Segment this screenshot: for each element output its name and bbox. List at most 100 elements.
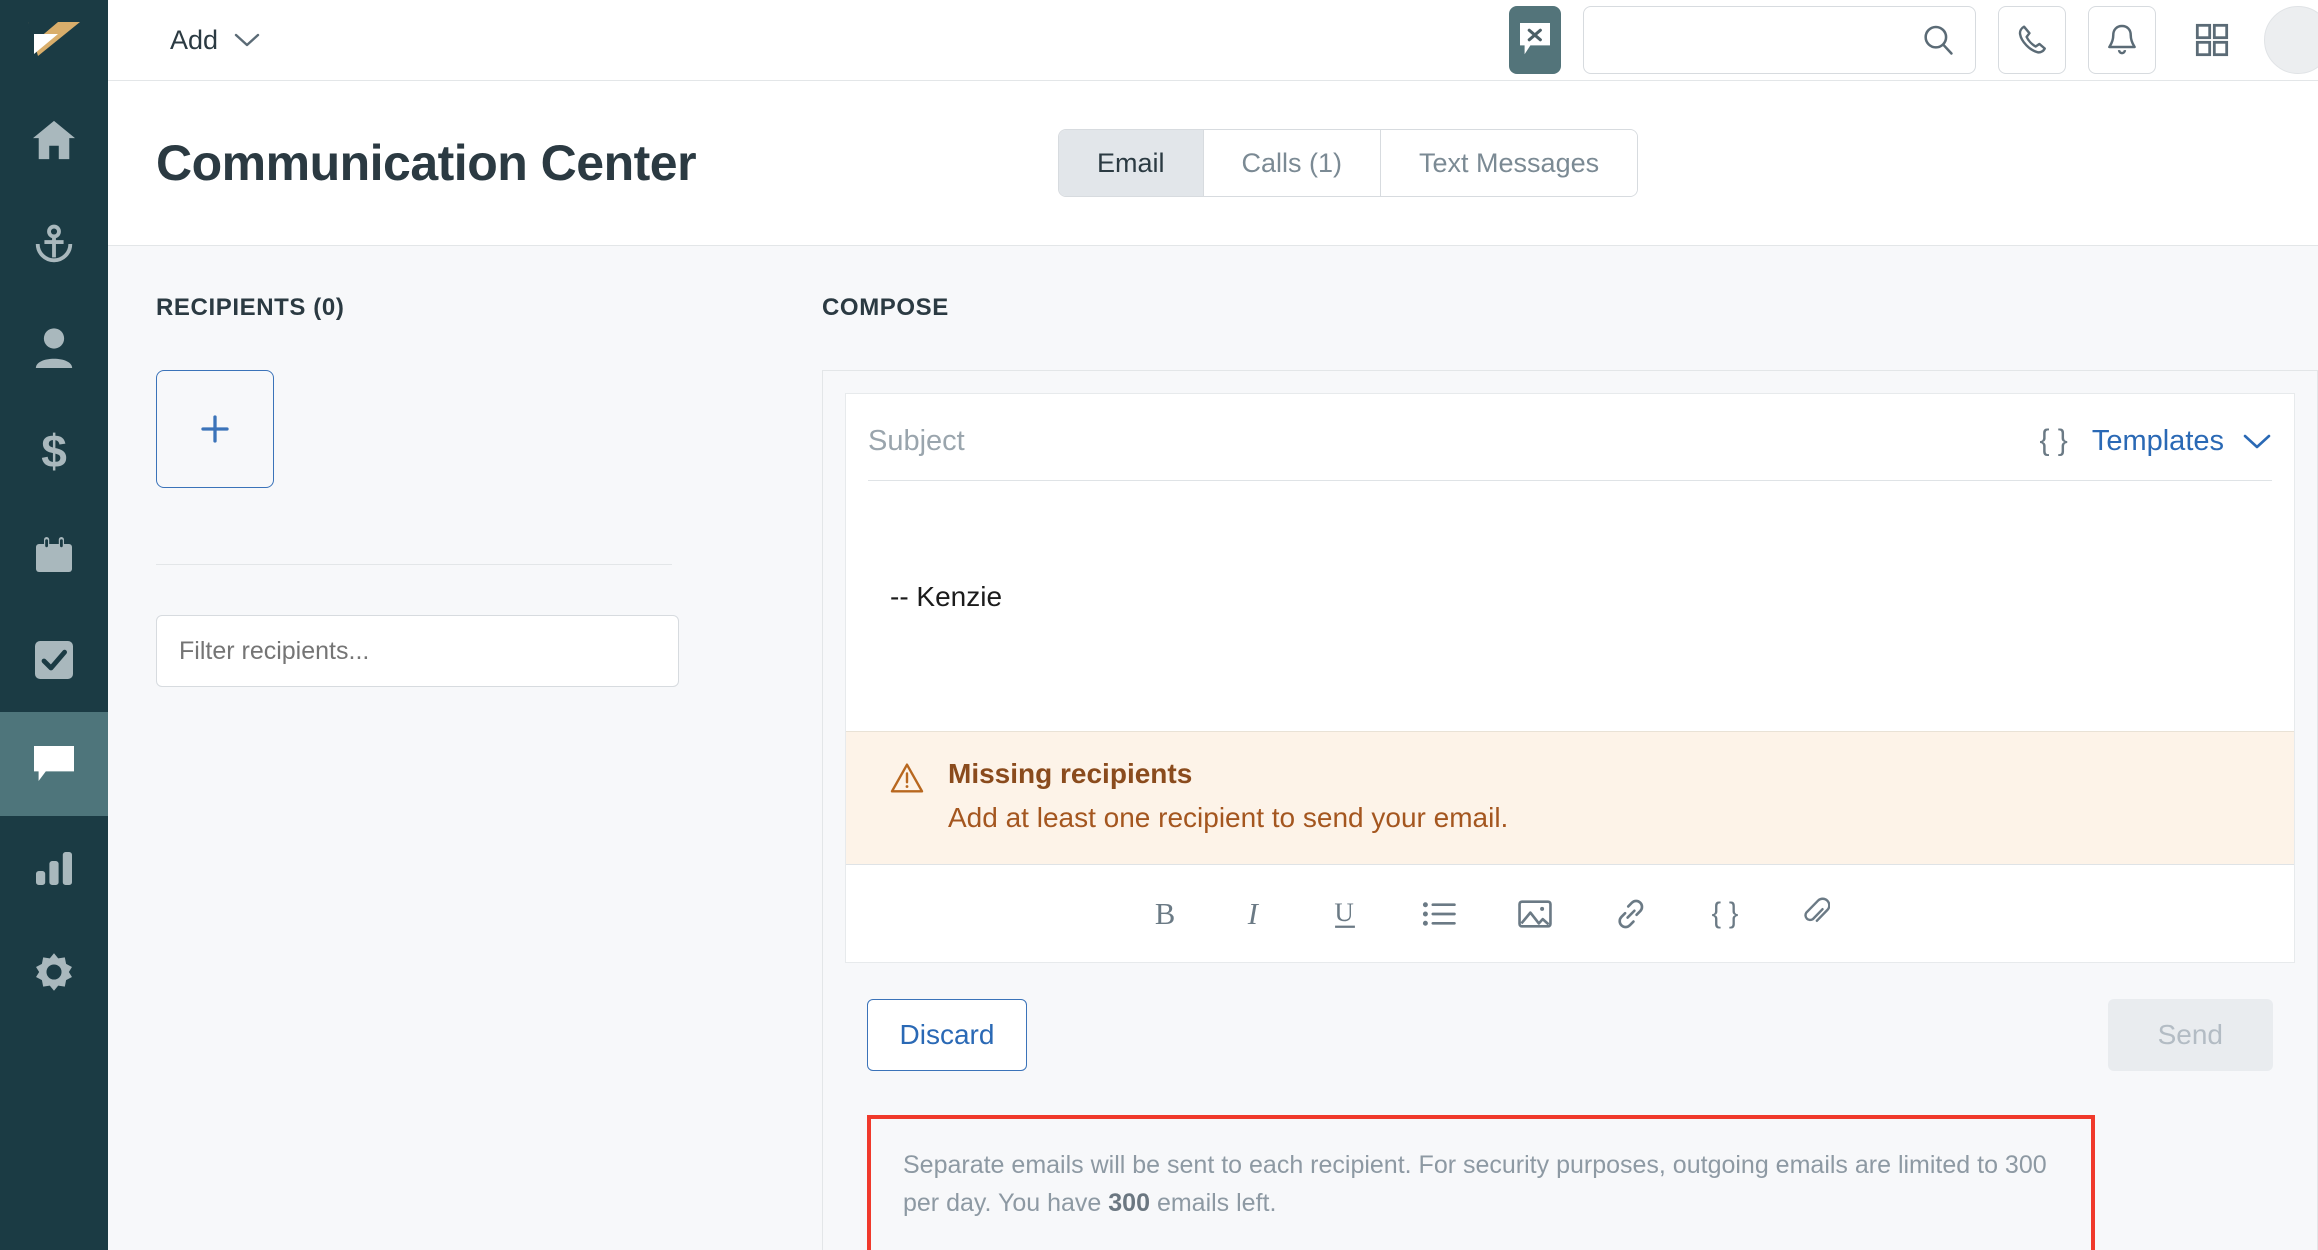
attachment-button[interactable]	[1802, 897, 1830, 931]
sidebar-item-communication[interactable]	[0, 712, 108, 816]
notice-line-2-prefix: You have	[997, 1188, 1109, 1217]
search-icon[interactable]	[1921, 23, 1955, 57]
chat-bubble-x-icon	[1520, 23, 1550, 55]
add-menu-label: Add	[170, 24, 219, 55]
app-root: $ Add Communication Center Email Calls (…	[0, 0, 2318, 1250]
insert-link-button[interactable]	[1614, 899, 1648, 929]
chevron-down-icon	[234, 33, 260, 47]
app-logo[interactable]	[0, 0, 108, 88]
chevron-down-icon	[2243, 434, 2271, 449]
image-icon	[1518, 899, 1552, 928]
person-icon	[35, 328, 73, 369]
channel-tabs: Email Calls (1) Text Messages	[1058, 129, 1639, 197]
insert-image-button[interactable]	[1518, 899, 1552, 929]
add-menu-button[interactable]: Add	[156, 15, 274, 66]
bold-icon: B	[1155, 898, 1175, 930]
link-icon	[1618, 899, 1644, 928]
close-chat-button[interactable]	[1509, 6, 1561, 74]
sidebar-item-calendar[interactable]	[0, 504, 108, 608]
underline-icon: U	[1334, 897, 1355, 928]
avatar[interactable]	[2264, 6, 2318, 74]
sidebar-item-settings[interactable]	[0, 920, 108, 1024]
notifications-button[interactable]	[2088, 6, 2156, 74]
tab-calls[interactable]: Calls (1)	[1203, 130, 1382, 196]
gear-icon	[36, 953, 72, 991]
checkbox-check-icon	[35, 641, 73, 679]
left-nav-rail: $	[0, 0, 108, 1250]
send-button[interactable]: Send	[2107, 999, 2273, 1071]
templates-label: Templates	[2091, 424, 2224, 457]
email-body[interactable]: -- Kenzie	[868, 481, 2272, 731]
filter-recipients-field[interactable]	[156, 615, 679, 687]
compose-inner: { } Templates -- Kenzie	[823, 371, 2317, 1250]
email-limit-notice: Separate emails will be sent to each rec…	[867, 1115, 2095, 1250]
subject-input[interactable]	[868, 424, 2016, 480]
bold-button[interactable]: B	[1150, 898, 1180, 930]
templates-dropdown[interactable]: Templates	[2092, 425, 2272, 458]
warning-text-block: Missing recipients Add at least one reci…	[948, 758, 1508, 834]
missing-recipients-warning: Missing recipients Add at least one reci…	[846, 731, 2294, 865]
notice-line-2-suffix: emails left.	[1150, 1188, 1277, 1217]
search-input[interactable]	[1604, 26, 1921, 54]
compose-actions: Discard Send	[867, 963, 2273, 1071]
warning-triangle-icon	[890, 763, 924, 793]
sidebar-item-reports[interactable]	[0, 816, 108, 920]
sidebar-item-prospecting[interactable]	[0, 192, 108, 296]
page-body: RECIPIENTS (0) COMPOSE	[108, 246, 2318, 1250]
merge-field-button[interactable]: { }	[1710, 897, 1740, 931]
warning-title: Missing recipients	[948, 758, 1193, 789]
angle-logo-icon	[28, 22, 80, 56]
recipients-panel: RECIPIENTS (0)	[108, 246, 720, 1250]
sidebar-item-home[interactable]	[0, 88, 108, 192]
apps-grid-button[interactable]	[2178, 6, 2246, 74]
recipients-heading: RECIPIENTS (0)	[156, 294, 345, 321]
phone-button[interactable]	[1998, 6, 2066, 74]
top-bar: Add	[108, 0, 2318, 81]
notice-text: Separate emails will be sent to each rec…	[903, 1147, 2059, 1222]
anchor-target-icon	[35, 224, 73, 263]
bulleted-list-button[interactable]	[1422, 900, 1456, 928]
notice-emails-left-count: 300	[1108, 1188, 1150, 1217]
bell-icon	[2108, 24, 2136, 55]
add-recipient-button[interactable]	[156, 370, 274, 488]
underline-button[interactable]: U	[1330, 897, 1360, 931]
filter-recipients-input[interactable]	[179, 636, 656, 666]
svg-text:B: B	[1155, 898, 1175, 930]
bulleted-list-icon	[1422, 901, 1456, 926]
warning-message: Add at least one recipient to send your …	[948, 802, 1509, 833]
svg-text:$: $	[41, 427, 67, 477]
merge-field-icon[interactable]: { }	[2039, 424, 2067, 458]
subject-row: { } Templates	[868, 394, 2272, 481]
italic-icon: I	[1247, 898, 1260, 930]
grid-apps-icon	[2195, 23, 2229, 57]
page-title: Communication Center	[156, 135, 697, 191]
dollar-icon: $	[41, 427, 67, 477]
plus-icon	[201, 415, 229, 443]
paperclip-icon	[1804, 897, 1830, 922]
tab-email[interactable]: Email	[1059, 130, 1204, 196]
home-icon	[33, 120, 75, 160]
formatting-toolbar: B I U {}	[846, 865, 2294, 963]
bar-chart-icon	[36, 852, 72, 885]
page-header: Communication Center Email Calls (1) Tex…	[108, 81, 2318, 246]
discard-button[interactable]: Discard	[867, 999, 1027, 1071]
chat-bubble-icon	[34, 746, 74, 781]
sidebar-item-contacts[interactable]	[0, 296, 108, 400]
global-search[interactable]	[1583, 6, 1976, 74]
sidebar-item-tasks[interactable]	[0, 608, 108, 712]
svg-text:{ }: { }	[1712, 897, 1739, 929]
italic-button[interactable]: I	[1242, 898, 1268, 930]
recipients-divider	[156, 564, 672, 565]
curly-braces-icon: { }	[1712, 897, 1739, 929]
sidebar-item-deals[interactable]: $	[0, 400, 108, 504]
svg-text:U: U	[1334, 897, 1353, 927]
compose-editor: { } Templates -- Kenzie	[845, 393, 2295, 963]
compose-heading: COMPOSE	[822, 294, 949, 321]
svg-text:I: I	[1247, 898, 1260, 930]
phone-icon	[2018, 25, 2046, 54]
compose-panel: COMPOSE { } Templates	[720, 246, 2318, 1250]
compose-card: { } Templates -- Kenzie	[822, 370, 2318, 1250]
calendar-icon	[36, 537, 72, 572]
main-region: Add Communication Center Email Calls (1)…	[108, 0, 2318, 1250]
tab-text-messages[interactable]: Text Messages	[1381, 130, 1638, 196]
